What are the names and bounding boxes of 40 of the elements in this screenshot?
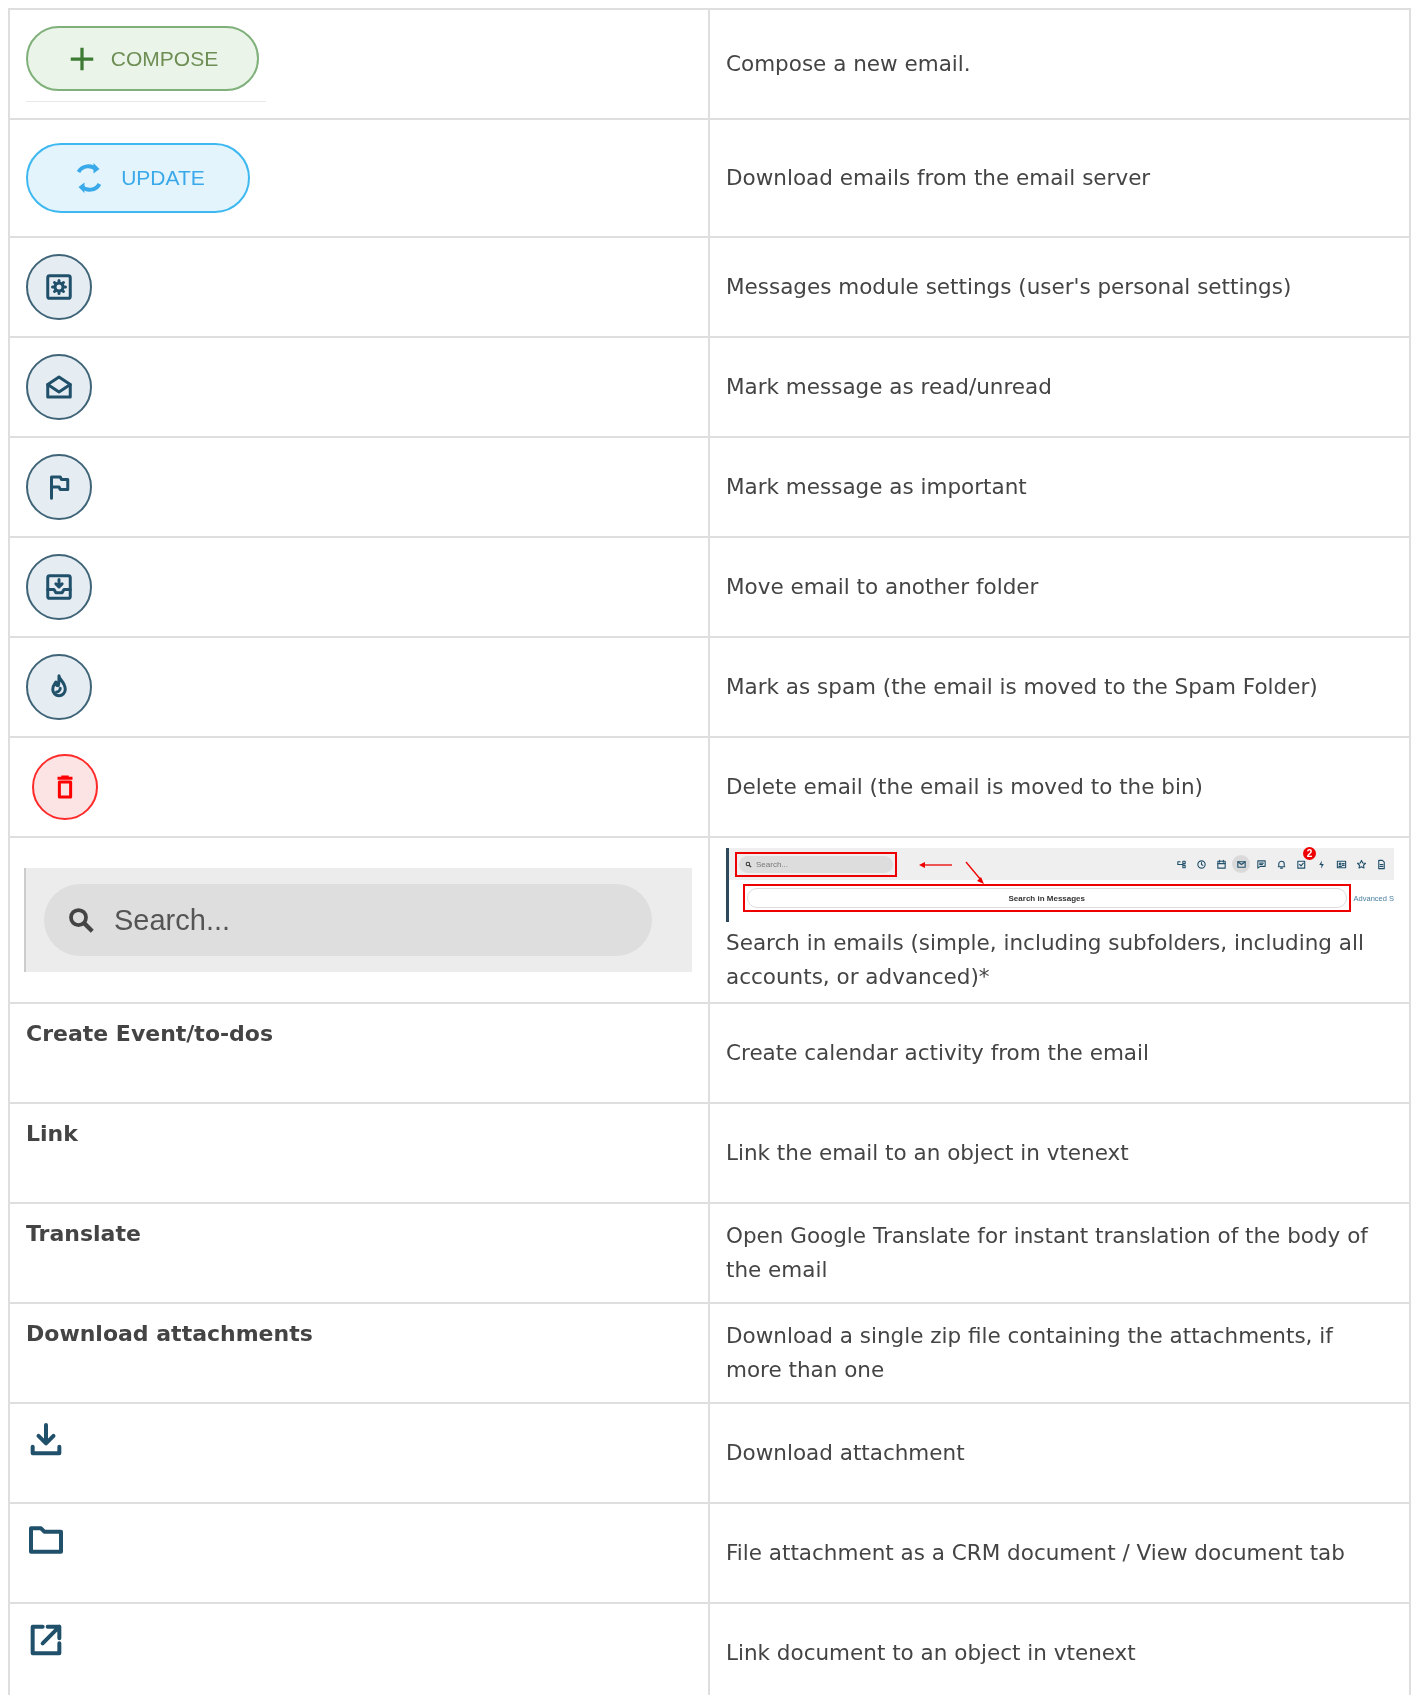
toolbar-icon — [1355, 858, 1367, 870]
description-text: Open Google Translate for instant translation of the body of the email — [726, 1222, 1370, 1284]
gear-icon — [44, 272, 74, 302]
description-text: Download emails from the email server — [726, 164, 1152, 192]
search-icon — [745, 860, 752, 868]
description-text: Messages module settings (user's personal settings) — [726, 273, 1293, 301]
toolbar-icon — [1215, 858, 1227, 870]
description-text: Link document to an object in vtenext — [726, 1639, 1137, 1667]
update-button[interactable]: UPDATE — [26, 143, 250, 213]
description-text: Search in emails (simple, including subfolders, including all accounts, or advanced)* — [726, 929, 1365, 991]
toolbar-icon — [1235, 858, 1247, 870]
arrow — [919, 861, 953, 869]
description-text: Create calendar activity from the email — [726, 1039, 1150, 1067]
feature-label: Link — [26, 1120, 79, 1148]
toolbar-icon — [1195, 858, 1207, 870]
description-text: Mark message as read/unread — [726, 373, 1053, 401]
notification-badge: 2 — [1303, 847, 1316, 860]
description-text: File attachment as a CRM document / View document tab — [726, 1539, 1346, 1567]
toolbar-icon — [1335, 858, 1347, 870]
toolbar-icon — [1375, 858, 1387, 870]
description-text: Move email to another folder — [726, 573, 1040, 601]
feature-label: Create Event/to-dos — [26, 1020, 275, 1048]
feature-label: Download attachments — [26, 1320, 314, 1348]
search-icon — [66, 905, 96, 935]
toolbar-icon — [1275, 858, 1287, 870]
description-text: Compose a new email. — [726, 50, 972, 78]
search-bar: Search in Messages — [747, 888, 1347, 908]
toolbar-icon — [1295, 858, 1307, 870]
inbox-icon — [44, 572, 74, 602]
description-text: Download a single zip file containing the attachments, if more than one — [726, 1322, 1335, 1384]
search-field[interactable]: Search... — [44, 884, 652, 956]
toolbar-icon — [1255, 858, 1267, 870]
description-text: Delete email (the email is moved to the bin) — [726, 773, 1204, 801]
description-text: Link the email to an object in vtenext — [726, 1139, 1130, 1167]
description-text: Mark message as important — [726, 473, 1028, 501]
feature-label: Translate — [26, 1220, 142, 1248]
toolbar-icon — [1175, 858, 1187, 870]
compose-button[interactable]: COMPOSE — [26, 26, 259, 91]
description-text: Mark as spam (the email is moved to the Spam Folder) — [726, 673, 1319, 701]
description-text: Download attachment — [726, 1439, 966, 1467]
